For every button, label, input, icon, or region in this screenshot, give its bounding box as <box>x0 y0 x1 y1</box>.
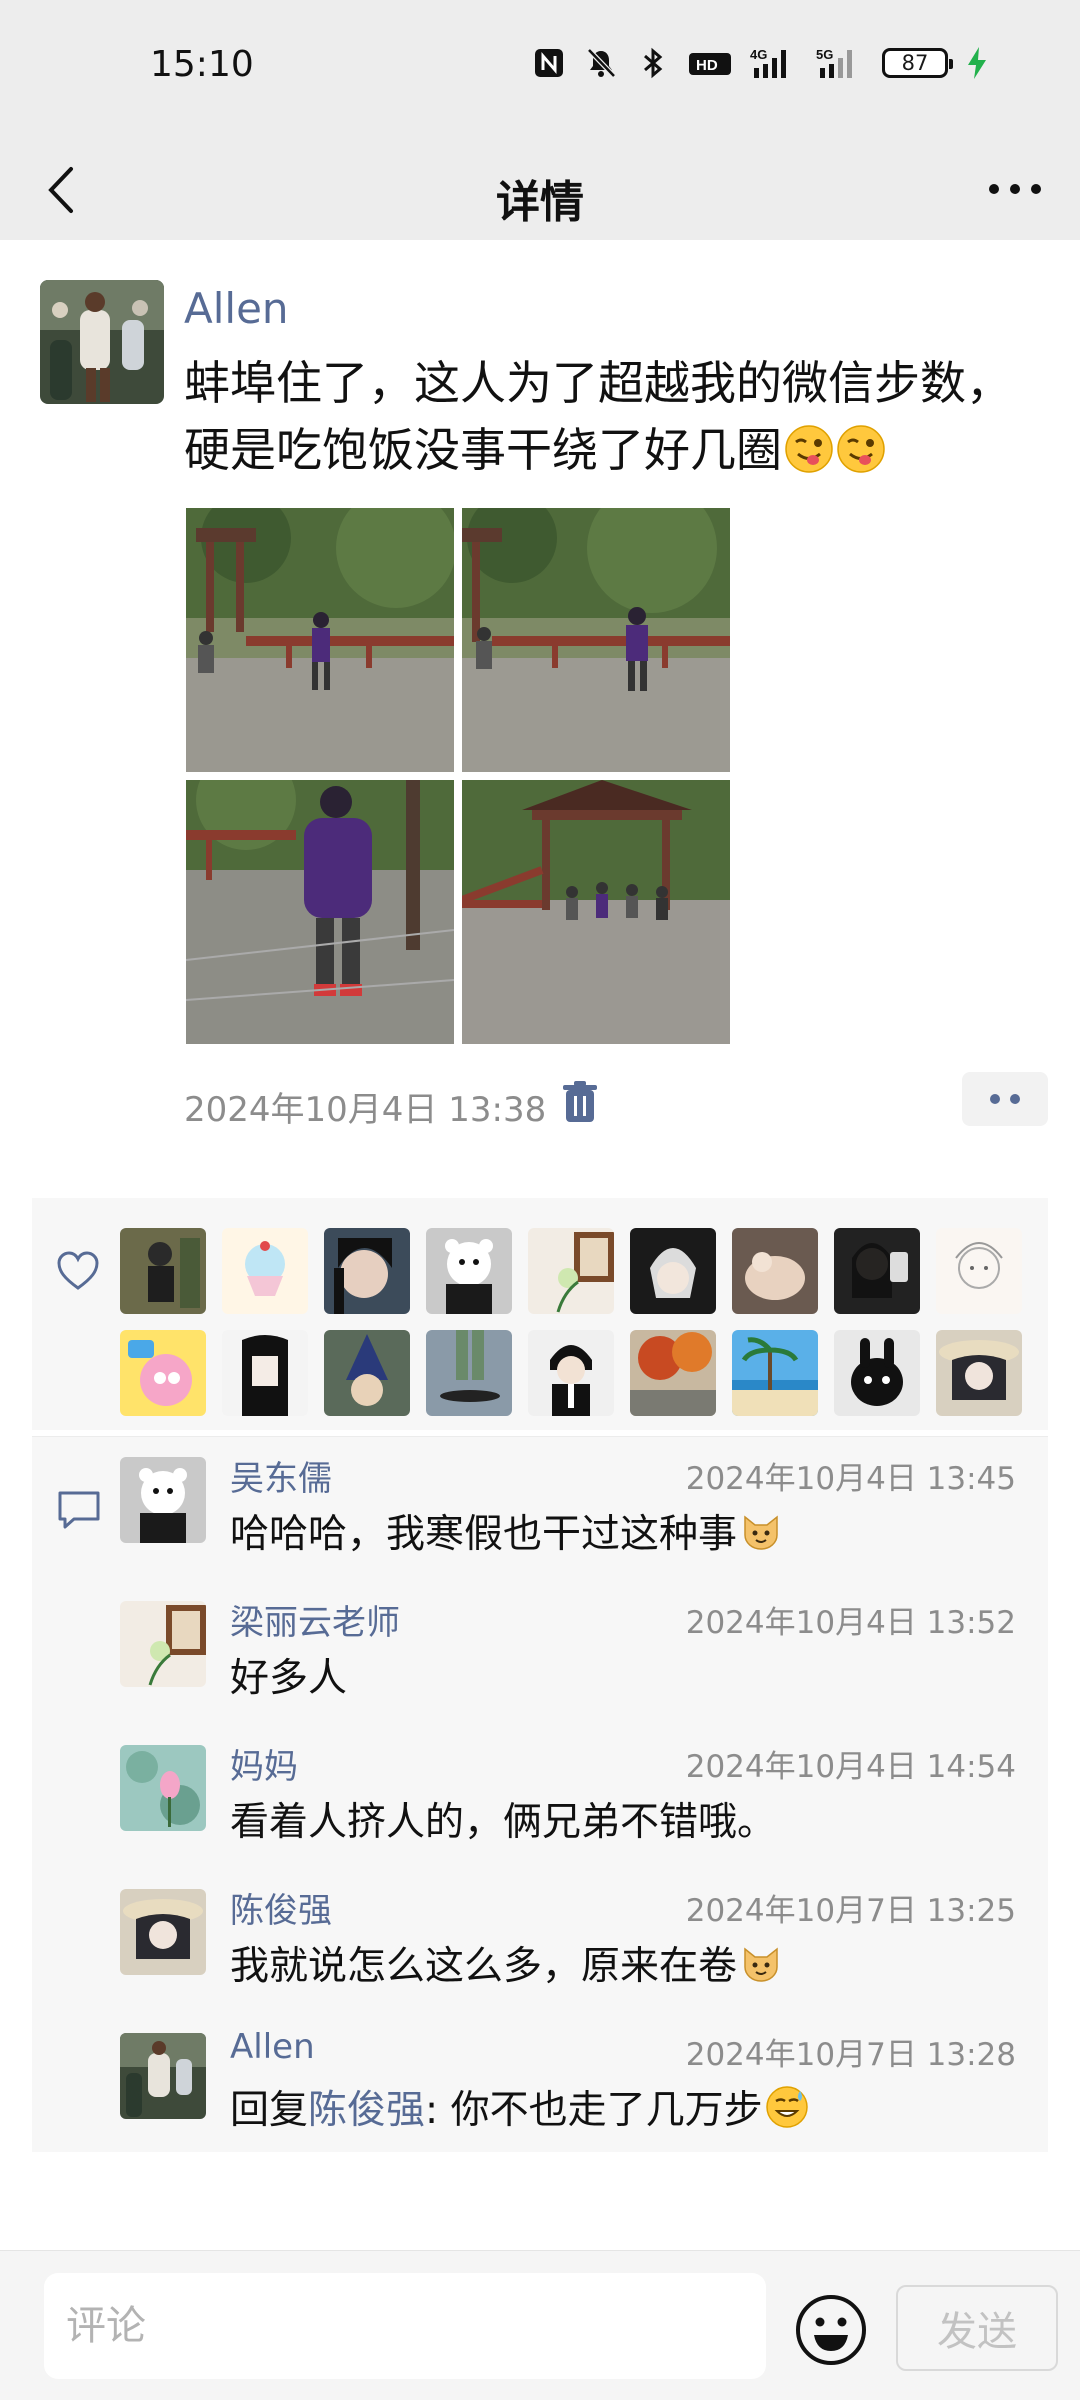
comment-time: 2024年10月7日 13:25 <box>685 1893 1016 1929</box>
comment-item[interactable]: 吴东儒 2024年10月4日 13:45 哈哈哈，我寒假也干过这种事 <box>120 1437 1040 1581</box>
comment-avatar[interactable] <box>120 1889 206 1975</box>
post-text-line-2-content: 硬是吃饱饭没事干绕了好几圈 <box>184 423 782 477</box>
liker-avatar[interactable] <box>834 1228 920 1314</box>
post-author-name[interactable]: Allen <box>184 284 289 333</box>
signal-4g-icon: 4G <box>750 46 798 80</box>
comment-item[interactable]: Allen 2024年10月7日 13:28 回复陈俊强: 你不也走了几万步 <box>120 2013 1040 2157</box>
comment-avatar[interactable] <box>120 1745 206 1831</box>
liker-avatar[interactable] <box>528 1228 614 1314</box>
liker-avatar[interactable] <box>426 1228 512 1314</box>
status-bar: 15:10 HD 4G 5G 87 <box>0 0 1080 140</box>
comment-author[interactable]: 吴东儒 <box>230 1451 332 1500</box>
post-photo-3[interactable] <box>186 780 454 1044</box>
two-dots-icon <box>990 1094 1000 1104</box>
comment-time: 2024年10月4日 13:52 <box>685 1605 1016 1641</box>
comment-item[interactable]: 梁丽云老师 2024年10月4日 13:52 好多人 <box>120 1581 1040 1725</box>
reply-to-name[interactable]: 陈俊强 <box>308 2088 425 2133</box>
svg-text:HD: HD <box>696 57 718 74</box>
nav-header: 详情 <box>0 140 1080 240</box>
likers-grid <box>120 1228 1040 1416</box>
post-text-line-2: 硬是吃饱饭没事干绕了好几圈 <box>184 417 1024 484</box>
cat-emoji <box>744 1947 778 1982</box>
comment-item[interactable]: 陈俊强 2024年10月7日 13:25 我就说怎么这么多，原来在卷 <box>120 1869 1040 2013</box>
liker-avatar[interactable] <box>528 1330 614 1416</box>
photo-grid <box>186 508 730 1044</box>
comment-text: 哈哈哈，我寒假也干过这种事 <box>230 1503 783 1559</box>
comment-time: 2024年10月7日 13:28 <box>685 2037 1016 2073</box>
signal-5g-icon: 5G <box>816 46 864 80</box>
smiley-icon[interactable] <box>794 2293 868 2367</box>
likes-panel <box>32 1198 1048 1430</box>
liker-avatar[interactable] <box>834 1330 920 1416</box>
liker-avatar[interactable] <box>630 1330 716 1416</box>
cat-emoji <box>744 1515 778 1550</box>
trash-icon[interactable] <box>560 1080 600 1124</box>
post-timestamp: 2024年10月4日 13:38 <box>184 1090 547 1130</box>
comment-input[interactable] <box>44 2273 766 2379</box>
post-text: 蚌埠住了，这人为了超越我的微信步数， 硬是吃饱饭没事干绕了好几圈 <box>184 350 1024 484</box>
sweat-smile-emoji <box>765 2086 808 2128</box>
liker-avatar[interactable] <box>222 1228 308 1314</box>
wink-tongue-emoji <box>837 425 885 473</box>
liker-avatar[interactable] <box>732 1228 818 1314</box>
liker-avatar[interactable] <box>630 1228 716 1314</box>
post-photo-2[interactable] <box>462 508 730 772</box>
comment-bar: 发送 <box>0 2250 1080 2400</box>
comments-panel: 吴东儒 2024年10月4日 13:45 哈哈哈，我寒假也干过这种事 梁丽云老师… <box>32 1436 1048 2152</box>
liker-avatar[interactable] <box>324 1228 410 1314</box>
comment-time: 2024年10月4日 13:45 <box>685 1461 1016 1497</box>
comment-author[interactable]: Allen <box>230 2027 315 2067</box>
battery-indicator: 87 <box>882 48 953 78</box>
post-text-line-1: 蚌埠住了，这人为了超越我的微信步数， <box>184 356 1012 410</box>
liker-avatar[interactable] <box>222 1330 308 1416</box>
heart-icon <box>57 1251 99 1290</box>
author-avatar[interactable] <box>40 280 164 404</box>
bluetooth-icon <box>636 46 670 80</box>
liker-avatar[interactable] <box>120 1228 206 1314</box>
send-button[interactable]: 发送 <box>896 2285 1058 2371</box>
hd-icon: HD <box>688 46 732 80</box>
status-time: 15:10 <box>150 44 254 85</box>
wink-tongue-emoji <box>785 425 833 473</box>
comment-author[interactable]: 陈俊强 <box>230 1883 332 1932</box>
page-title: 详情 <box>496 177 584 228</box>
comment-item[interactable]: 妈妈 2024年10月4日 14:54 看着人挤人的，俩兄弟不错哦。 <box>120 1725 1040 1869</box>
post-photo-1[interactable] <box>186 508 454 772</box>
comment-avatar[interactable] <box>120 1457 206 1543</box>
liker-avatar[interactable] <box>324 1330 410 1416</box>
comment-text: 我就说怎么这么多，原来在卷 <box>230 1935 783 1991</box>
liker-avatar[interactable] <box>120 1330 206 1416</box>
post-photo-4[interactable] <box>462 780 730 1044</box>
liker-avatar[interactable] <box>732 1330 818 1416</box>
svg-text:5G: 5G <box>816 47 833 62</box>
comment-author[interactable]: 梁丽云老师 <box>230 1595 400 1644</box>
more-button[interactable] <box>980 164 1050 214</box>
comment-text: 回复陈俊强: 你不也走了几万步 <box>230 2079 809 2135</box>
liker-avatar[interactable] <box>426 1330 512 1416</box>
status-icons: HD 4G 5G 87 <box>532 46 988 80</box>
post-action-button[interactable] <box>962 1072 1048 1126</box>
liker-avatar[interactable] <box>936 1330 1022 1416</box>
comment-avatar[interactable] <box>120 2033 206 2119</box>
comment-text: 看着人挤人的，俩兄弟不错哦。 <box>230 1800 777 1845</box>
comment-text: 好多人 <box>230 1656 348 1701</box>
comment-author[interactable]: 妈妈 <box>230 1739 298 1788</box>
liker-avatar[interactable] <box>936 1228 1022 1314</box>
svg-text:4G: 4G <box>750 47 767 62</box>
more-dots-icon <box>989 184 1041 194</box>
charging-icon <box>968 47 986 79</box>
mute-icon <box>584 46 618 80</box>
nfc-icon <box>532 46 566 80</box>
comment-bubble-icon <box>58 1491 100 1529</box>
comment-avatar[interactable] <box>120 1601 206 1687</box>
comment-time: 2024年10月4日 14:54 <box>685 1749 1016 1785</box>
